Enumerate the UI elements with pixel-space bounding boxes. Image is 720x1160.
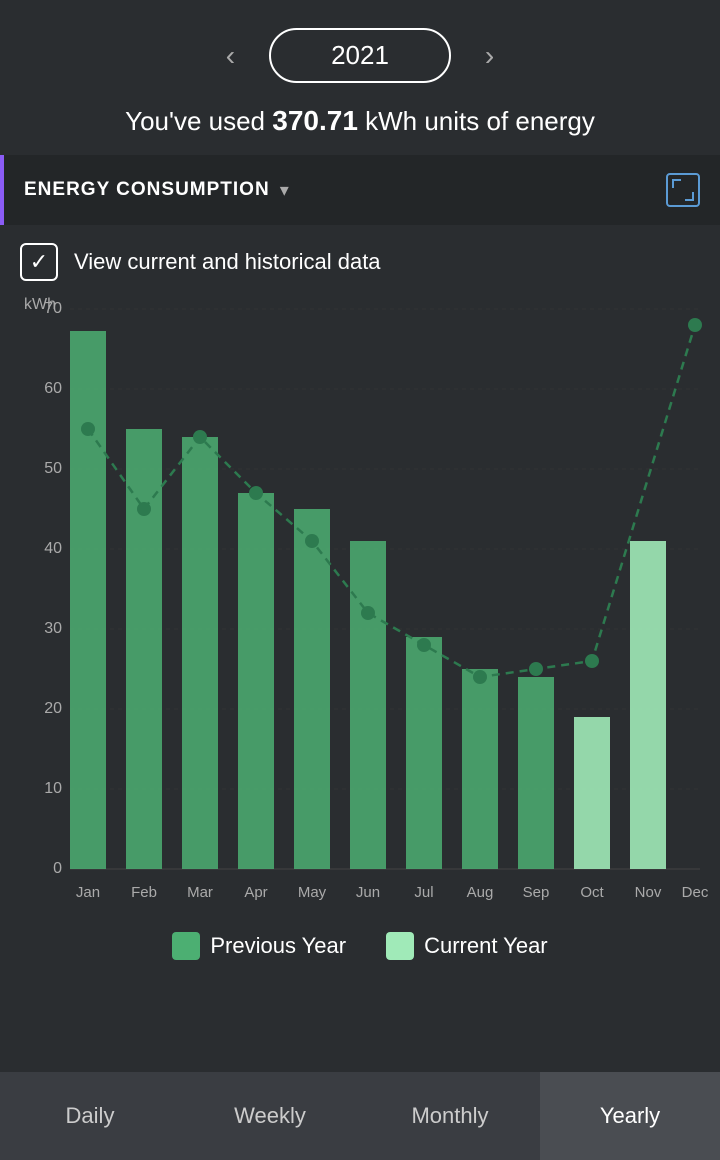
svg-text:Apr: Apr — [244, 884, 267, 901]
bar-nov-current — [630, 541, 666, 869]
svg-text:20: 20 — [44, 700, 62, 717]
next-year-button[interactable]: › — [475, 36, 504, 76]
svg-text:40: 40 — [44, 540, 62, 557]
dot-jun — [361, 606, 375, 620]
prev-year-button[interactable]: ‹ — [216, 36, 245, 76]
svg-text:Nov: Nov — [635, 884, 662, 901]
energy-value: 370.71 — [272, 105, 358, 136]
legend-current-year: Current Year — [386, 932, 548, 960]
dot-oct — [585, 654, 599, 668]
section-header[interactable]: ENERGY CONSUMPTION ▾ — [0, 155, 720, 225]
svg-text:50: 50 — [44, 460, 62, 477]
dot-jan — [81, 422, 95, 436]
svg-text:60: 60 — [44, 380, 62, 397]
chevron-down-icon: ▾ — [280, 180, 289, 201]
view-toggle[interactable]: ✓ View current and historical data — [0, 225, 720, 289]
bar-jan — [70, 331, 106, 869]
svg-text:Jul: Jul — [414, 884, 433, 901]
svg-text:Sep: Sep — [523, 884, 550, 901]
svg-text:0: 0 — [53, 860, 62, 877]
dot-jul — [417, 638, 431, 652]
dot-feb — [137, 502, 151, 516]
chart-svg: kWh 0 10 20 30 40 50 60 70 Jan Feb Mar A… — [10, 289, 710, 909]
expand-icon[interactable] — [666, 173, 700, 207]
bar-jun — [350, 541, 386, 869]
legend-swatch-current — [386, 932, 414, 960]
dot-sep — [529, 662, 543, 676]
legend-label-current: Current Year — [424, 933, 548, 959]
year-navigation: ‹ 2021 › — [0, 0, 720, 101]
svg-text:30: 30 — [44, 620, 62, 637]
view-toggle-label: View current and historical data — [74, 249, 381, 275]
expand-corners-icon — [672, 179, 694, 201]
svg-text:Aug: Aug — [467, 884, 494, 901]
bar-oct-current — [574, 717, 610, 869]
tab-yearly[interactable]: Yearly — [540, 1072, 720, 1160]
energy-summary-suffix: kWh units of energy — [358, 106, 595, 136]
svg-text:Jun: Jun — [356, 884, 380, 901]
legend-swatch-previous — [172, 932, 200, 960]
dot-aug — [473, 670, 487, 684]
section-title: ENERGY CONSUMPTION — [24, 179, 270, 201]
bar-sep — [518, 677, 554, 869]
bar-mar — [182, 437, 218, 869]
svg-text:Mar: Mar — [187, 884, 213, 901]
svg-text:70: 70 — [44, 300, 62, 317]
current-year-line — [88, 325, 695, 677]
dot-mar — [193, 430, 207, 444]
dot-apr — [249, 486, 263, 500]
checkmark-icon: ✓ — [30, 251, 48, 273]
tab-daily[interactable]: Daily — [0, 1072, 180, 1160]
dot-may — [305, 534, 319, 548]
bar-jul — [406, 637, 442, 869]
svg-text:Feb: Feb — [131, 884, 157, 901]
tab-weekly[interactable]: Weekly — [180, 1072, 360, 1160]
bar-may — [294, 509, 330, 869]
energy-chart: kWh 0 10 20 30 40 50 60 70 Jan Feb Mar A… — [0, 289, 720, 914]
year-display: 2021 — [269, 28, 451, 83]
svg-text:Oct: Oct — [580, 884, 604, 901]
legend-previous-year: Previous Year — [172, 932, 346, 960]
bar-aug — [462, 669, 498, 869]
dot-dec — [688, 318, 702, 332]
bar-apr — [238, 493, 274, 869]
energy-summary-prefix: You've used — [125, 106, 272, 136]
bar-feb — [126, 429, 162, 869]
historical-data-checkbox[interactable]: ✓ — [20, 243, 58, 281]
chart-legend: Previous Year Current Year — [0, 914, 720, 974]
bottom-tab-bar: Daily Weekly Monthly Yearly — [0, 1072, 720, 1160]
legend-label-previous: Previous Year — [210, 933, 346, 959]
svg-text:May: May — [298, 884, 327, 901]
svg-text:Jan: Jan — [76, 884, 100, 901]
section-title-row: ENERGY CONSUMPTION ▾ — [24, 179, 289, 201]
tab-monthly[interactable]: Monthly — [360, 1072, 540, 1160]
svg-text:Dec: Dec — [682, 884, 709, 901]
svg-text:10: 10 — [44, 780, 62, 797]
energy-summary: You've used 370.71 kWh units of energy — [0, 101, 720, 155]
